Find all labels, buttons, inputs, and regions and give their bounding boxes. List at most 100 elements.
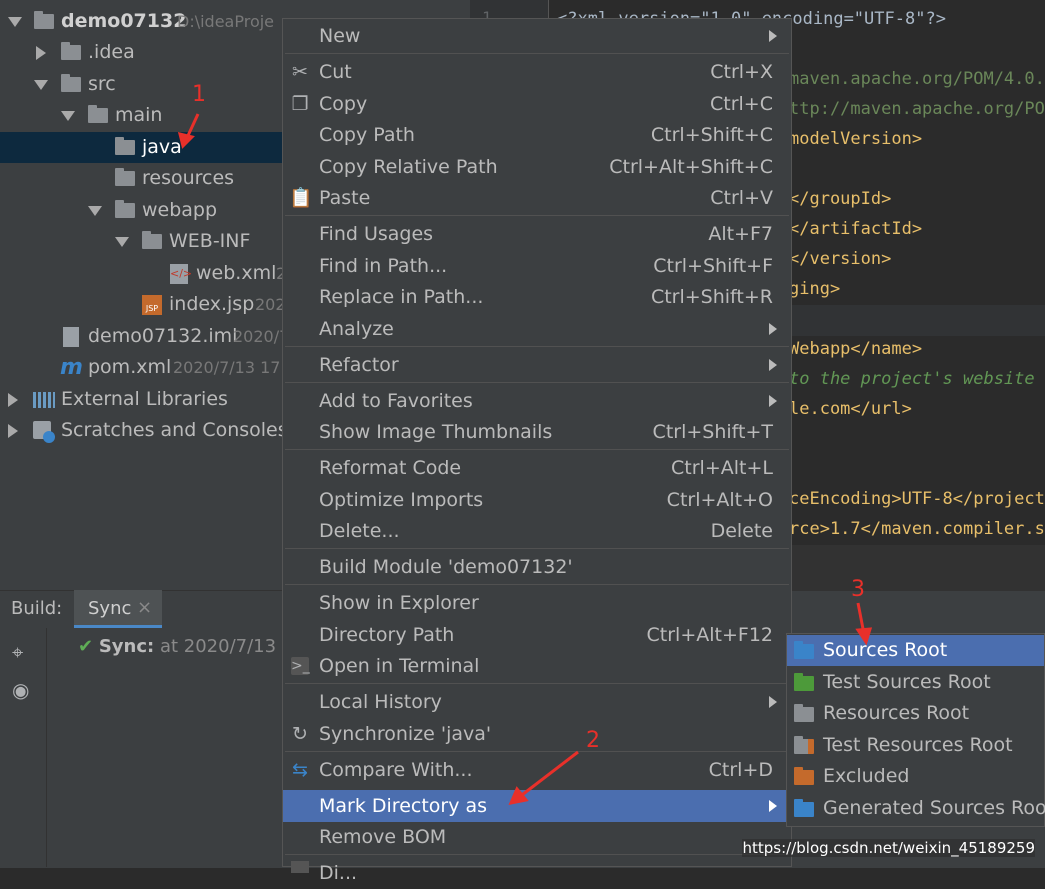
menu-item-show-in-explorer[interactable]: Show in Explorer [283, 587, 791, 619]
menu-item-label: Analyze [319, 318, 394, 340]
menu-item-shortcut: Ctrl+V [710, 187, 773, 209]
menu-item-open-in-terminal[interactable]: >_ Open in Terminal [283, 650, 791, 682]
submenu-arrow-icon [769, 359, 777, 371]
menu-item-remove-bom[interactable]: Remove BOM [283, 821, 791, 853]
code-line: modelVersion> [789, 129, 923, 149]
chevron-right-icon[interactable] [36, 46, 46, 60]
folder-icon [115, 137, 135, 155]
menu-item-replace-in-path[interactable]: Replace in Path... Ctrl+Shift+R [283, 281, 791, 313]
code-line: Webapp</name> [789, 339, 923, 359]
menu-item-shortcut: Ctrl+Shift+T [652, 421, 773, 443]
chevron-down-icon[interactable] [8, 17, 22, 27]
tree-item-date: 202 [255, 295, 286, 314]
folder-icon [61, 42, 81, 60]
pin-icon[interactable]: ⌖ [12, 640, 23, 664]
menu-item-copy-relative-path[interactable]: Copy Relative Path Ctrl+Alt+Shift+C [283, 151, 791, 183]
code-line: to the project's website - [789, 369, 1045, 389]
terminal-icon: >_ [291, 657, 310, 675]
chevron-down-icon[interactable] [34, 80, 48, 90]
menu-item-add-to-favorites[interactable]: Add to Favorites [283, 385, 791, 417]
menu-item-label: New [319, 25, 361, 47]
tree-item-java[interactable]: java [0, 132, 282, 163]
menu-item-shortcut: Ctrl+D [708, 759, 773, 781]
submenu-item-test-resources-root[interactable]: Test Resources Root [787, 730, 1044, 761]
menu-item-shortcut: Ctrl+C [710, 93, 773, 115]
tree-item-label: External Libraries [61, 388, 228, 410]
chevron-right-icon[interactable] [8, 424, 18, 438]
chevron-down-icon[interactable] [88, 206, 102, 216]
annotation-number: 2 [586, 728, 600, 753]
code-line: ceEncoding>UTF-8</project. [789, 489, 1045, 509]
copy-icon: ❐ [291, 93, 309, 115]
eye-icon[interactable]: ◉ [12, 678, 29, 702]
menu-item-local-history[interactable]: Local History [283, 686, 791, 718]
menu-item-shortcut: Delete [710, 520, 773, 542]
menu-item-label: Replace in Path... [319, 286, 484, 308]
menu-item-refactor[interactable]: Refactor [283, 349, 791, 381]
menu-item-label: Build Module 'demo07132' [319, 556, 573, 578]
tree-item-label: Scratches and Consoles [61, 419, 288, 441]
menu-item-analyze[interactable]: Analyze [283, 313, 791, 345]
menu-item-show-image-thumbnails[interactable]: Show Image Thumbnails Ctrl+Shift+T [283, 416, 791, 448]
menu-item-find-usages[interactable]: Find Usages Alt+F7 [283, 218, 791, 250]
menu-separator [285, 683, 789, 684]
chevron-down-icon[interactable] [115, 237, 129, 247]
submenu-item-generated-sources-root[interactable]: Generated Sources Root [787, 793, 1045, 824]
watermark: https://blog.csdn.net/weixin_45189259 [742, 839, 1035, 857]
web-folder-icon [115, 200, 135, 218]
code-line: le.com</url> [789, 399, 912, 419]
menu-item-find-in-path[interactable]: Find in Path... Ctrl+Shift+F [283, 250, 791, 282]
tree-item-label: webapp [142, 199, 218, 221]
menu-item-reformat-code[interactable]: Reformat Code Ctrl+Alt+L [283, 452, 791, 484]
submenu-arrow-icon [769, 323, 777, 335]
menu-item-label: Reformat Code [319, 457, 462, 479]
menu-item-label: Show in Explorer [319, 592, 479, 614]
chevron-down-icon[interactable] [61, 111, 75, 121]
menu-item-synchronize[interactable]: ↻ Synchronize 'java' [283, 718, 791, 750]
menu-item-cut[interactable]: ✂ Cut Ctrl+X [283, 56, 791, 88]
menu-item-shortcut: Ctrl+Shift+R [650, 286, 773, 308]
submenu-item-label: Test Resources Root [823, 734, 1013, 756]
tab-close-icon[interactable]: × [137, 597, 152, 618]
menu-item-label: Show Image Thumbnails [319, 421, 553, 443]
menu-item-copy[interactable]: ❐ Copy Ctrl+C [283, 88, 791, 120]
tree-item-label: index.jsp [169, 293, 255, 315]
menu-item-optimize-imports[interactable]: Optimize Imports Ctrl+Alt+O [283, 484, 791, 516]
menu-item-paste[interactable]: 📋 Paste Ctrl+V [283, 182, 791, 214]
generated-sources-folder-icon [794, 799, 814, 817]
menu-separator [285, 346, 789, 347]
menu-item-diagrams[interactable]: Di... [283, 857, 791, 889]
annotation-number: 3 [851, 577, 865, 602]
menu-item-build-module[interactable]: Build Module 'demo07132' [283, 551, 791, 583]
submenu-item-excluded[interactable]: Excluded [787, 761, 1044, 792]
menu-item-delete[interactable]: Delete... Delete [283, 515, 791, 547]
menu-item-label: Directory Path [319, 624, 455, 646]
menu-item-label: Copy Path [319, 124, 415, 146]
menu-item-label: Cut [319, 61, 352, 83]
test-resources-folder-icon [794, 736, 814, 754]
submenu-item-sources-root[interactable]: Sources Root [787, 635, 1044, 666]
submenu-item-resources-root[interactable]: Resources Root [787, 698, 1044, 729]
jsp-file-icon: JSP [142, 295, 162, 315]
menu-item-mark-directory-as[interactable]: Mark Directory as [283, 790, 791, 822]
chevron-right-icon[interactable] [8, 393, 18, 407]
menu-item-label: Remove BOM [319, 826, 447, 848]
tree-item-label: WEB-INF [169, 230, 251, 252]
submenu-item-test-sources-root[interactable]: Test Sources Root [787, 667, 1044, 698]
code-line: </groupId> [789, 189, 892, 209]
submenu-arrow-icon [769, 800, 777, 812]
menu-separator [285, 548, 789, 549]
maven-icon: m [60, 355, 83, 380]
check-icon: ✔ [78, 636, 94, 657]
menu-item-label: Refactor [319, 354, 399, 376]
menu-item-new[interactable]: New [283, 20, 791, 52]
menu-item-directory-path[interactable]: Directory Path Ctrl+Alt+F12 [283, 619, 791, 651]
submenu-item-label: Excluded [823, 765, 910, 787]
menu-item-copy-path[interactable]: Copy Path Ctrl+Shift+C [283, 119, 791, 151]
tree-item-label: main [115, 104, 163, 126]
menu-separator [285, 751, 789, 752]
menu-separator [285, 449, 789, 450]
folder-icon [88, 105, 108, 123]
menu-item-compare-with[interactable]: ⇆ Compare With... Ctrl+D [283, 754, 791, 786]
menu-item-label: Open in Terminal [319, 655, 480, 677]
